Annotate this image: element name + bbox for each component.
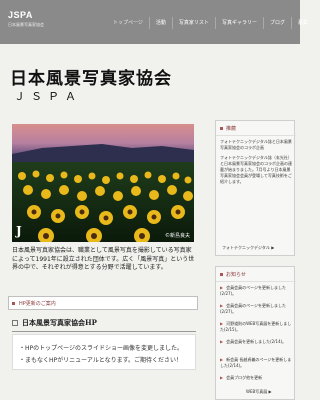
site-logo[interactable]: JSPA 日本風景写真家協会 (8, 10, 44, 28)
nav-item-blog[interactable]: ブログ (262, 17, 291, 29)
section-header: HP更新のご案内 (8, 296, 198, 310)
nav-item-recruit[interactable]: 募集 (290, 17, 314, 29)
arrow-icon: ▶ (220, 375, 224, 380)
arrow-icon: ▶ (220, 321, 224, 326)
news-list-item[interactable]: ▶ 会員会員のページを更新しました(2/27)。 (220, 285, 294, 297)
news-list-text: 会員会員を更新しました(2/14)。 (226, 339, 287, 344)
news-list-text: 会員会員のページを更新しました(2/27)。 (220, 303, 286, 314)
sidebar-title: お知らせ (220, 271, 246, 278)
news-list-item[interactable]: ▶ 会員会員を更新しました(2/14)。 (220, 339, 294, 345)
site-header: JSPA 日本風景写真家協会 トップページ 活動 写真家リスト 写真ギャラリー … (0, 0, 308, 44)
arrow-icon: ▶ (220, 303, 224, 308)
arrow-icon: ▶ (220, 339, 224, 344)
square-bullet-icon (12, 320, 18, 326)
page-title: 日本風景写真家協会 (10, 69, 172, 89)
nav-item-gallery[interactable]: 写真ギャラリー (214, 17, 263, 29)
sidebar-title-text: 推薦 (226, 126, 237, 132)
news-list-text: 会員ブログ他を更新 (226, 375, 263, 380)
divider (216, 135, 296, 136)
sidebar-title: 推薦 (220, 125, 236, 132)
news-heading-text: 日本風景写真家協会HP (22, 318, 97, 327)
news-line: ・まもなくHPがリニューアルとなります。ご期待ください！ (19, 357, 183, 364)
sidebar-box-news: お知らせ ▶ 会員会員のページを更新しました(2/27)。 ▶ 会員会員のページを更… (215, 266, 296, 400)
news-list-text: 河野道則のWEB写真展を更新しました(2/15)。 (220, 321, 292, 332)
arrow-icon: ▶ (220, 285, 224, 290)
square-bullet-icon (220, 127, 223, 130)
arrow-icon: ▶ (220, 357, 224, 362)
logo-subtitle: 日本風景写真家協会 (8, 22, 44, 27)
news-list-item[interactable]: ▶ 会員ブログ他を更新 (220, 375, 294, 381)
sidebar-box-recommend: 推薦 フォトテクニックデジタル誌と日本風景写真家協会のコラボ企画 フォトテクニッ… (215, 120, 296, 256)
news-list-item[interactable]: ▶ 新会員 長越貞義のページを更新しました(2/14)。 (220, 357, 294, 369)
nav-item-top[interactable]: トップページ (107, 17, 149, 29)
news-list-text: 会員会員のページを更新しました(2/27)。 (220, 285, 286, 296)
photo-credit: ©新島良夫 (164, 233, 190, 239)
section-label: HP更新のご案内 (19, 301, 56, 307)
news-list-text: 新会員 長越貞義のページを更新しました(2/14)。 (220, 357, 292, 368)
sidebar-link[interactable]: フォトテクニックデジタル ▶ (222, 245, 274, 251)
hero-photo: J ©新島良夫 (12, 124, 194, 242)
news-heading: 日本風景写真家協会HP (12, 318, 196, 332)
photo-watermark-j: J (16, 224, 22, 238)
news-body: ・HPのトップページのスライドショー画像を変更しました。 ・まもなくHPがリニュ… (12, 334, 196, 370)
square-bullet-icon (12, 302, 15, 305)
intro-text: 日本風景写真家協会は、職業として風景写真を撮影している写真家によって1991年に… (12, 247, 195, 271)
news-line: ・HPのトップページのスライドショー画像を変更しました。 (19, 345, 184, 352)
sidebar-item[interactable]: フォトテクニックデジタル誌と日本風景写真家協会のコラボ企画 (220, 139, 292, 151)
sidebar-title-text: お知らせ (226, 272, 246, 278)
news-list-item[interactable]: ▶ 河野道則のWEB写真展を更新しました(2/15)。 (220, 321, 294, 333)
divider (216, 281, 296, 282)
main-nav: トップページ 活動 写真家リスト 写真ギャラリー ブログ 募集 (107, 17, 314, 29)
square-bullet-icon (220, 273, 223, 276)
news-list-item[interactable]: ▶ 会員会員のページを更新しました(2/27)。 (220, 303, 294, 315)
sidebar-link[interactable]: WEB写真展 ▶ (246, 389, 272, 395)
sunflower-landscape-image (12, 124, 194, 242)
nav-item-activity[interactable]: 活動 (148, 17, 172, 29)
nav-item-photographers[interactable]: 写真家リスト (171, 17, 215, 29)
page-subtitle: ＪＳＰＡ (14, 90, 82, 103)
logo-mark: JSPA (8, 10, 33, 20)
sidebar-body: フォトテクニックデジタル誌（玄光社）と日本風景写真家協会のコラボ企画の連載が始ま… (220, 155, 292, 184)
